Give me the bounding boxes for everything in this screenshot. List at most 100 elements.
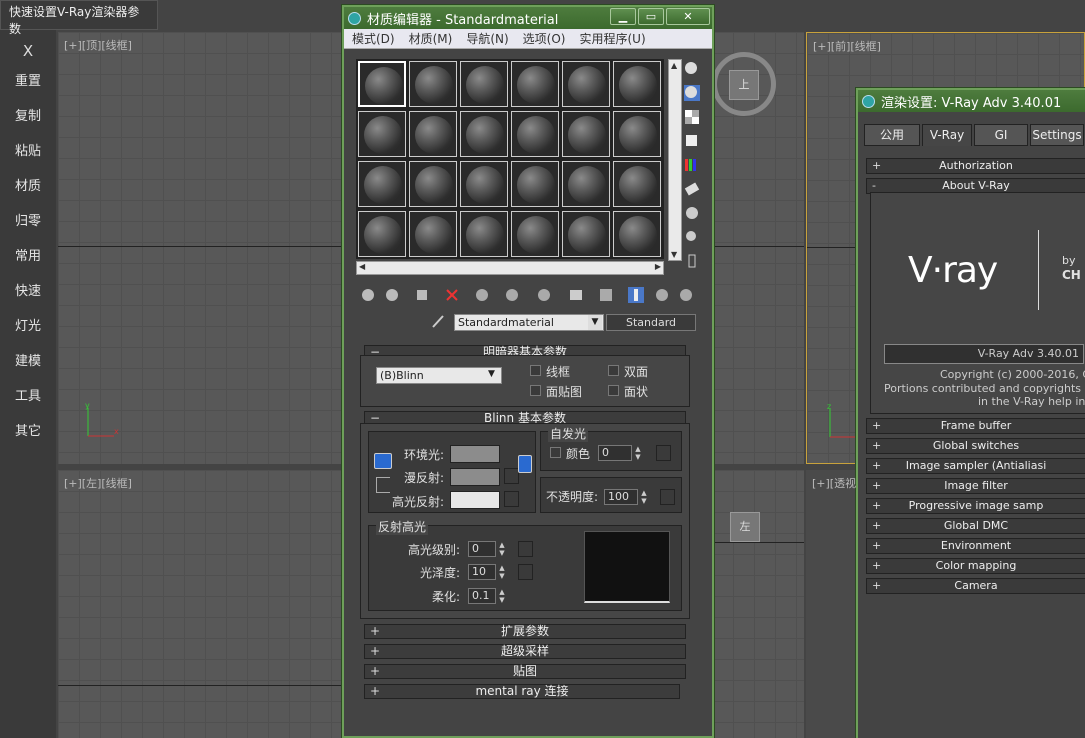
options-icon[interactable] xyxy=(684,205,700,221)
sidebar-item-material[interactable]: 材质 xyxy=(0,169,56,204)
self-illum-value[interactable]: 0 xyxy=(598,445,632,461)
spinner-arrows-icon[interactable]: ▲ ▼ xyxy=(497,564,507,580)
sample-slot[interactable] xyxy=(562,111,610,157)
sample-slot[interactable] xyxy=(511,211,559,257)
sidebar-item-other[interactable]: 其它 xyxy=(0,414,56,449)
rollout-frame-buffer[interactable]: + Frame buffer xyxy=(866,418,1085,434)
ambient-color-swatch[interactable] xyxy=(450,445,500,463)
go-forward-sibling-icon[interactable] xyxy=(654,287,670,303)
viewport-bottom-right-area[interactable]: 左 xyxy=(712,470,804,738)
soften-value[interactable]: 0.1 xyxy=(468,588,496,604)
sample-slot[interactable] xyxy=(460,61,508,107)
specular-color-swatch[interactable] xyxy=(450,491,500,509)
maximize-button[interactable]: ▭ xyxy=(638,8,664,25)
viewport-front-label[interactable]: [+][前][线框] xyxy=(813,38,881,54)
shader-type-dropdown[interactable]: (B)Blinn xyxy=(376,367,502,384)
wire-checkbox[interactable] xyxy=(530,365,541,376)
sample-slot[interactable] xyxy=(613,61,661,107)
diffuse-map-button[interactable] xyxy=(504,468,519,484)
sample-slot[interactable] xyxy=(460,161,508,207)
scroll-right-icon[interactable]: ▶ xyxy=(655,262,661,271)
sidebar-item-lights[interactable]: 灯光 xyxy=(0,309,56,344)
sample-slot[interactable] xyxy=(511,61,559,107)
sample-slot[interactable] xyxy=(613,111,661,157)
lock-ambient-diffuse-icon[interactable] xyxy=(374,453,392,469)
glossiness-map-button[interactable] xyxy=(518,564,533,580)
viewport-left-label[interactable]: [+][左][线框] xyxy=(64,475,132,491)
opacity-value[interactable]: 100 xyxy=(604,489,638,505)
render-setup-titlebar[interactable]: 渲染设置: V-Ray Adv 3.40.01 xyxy=(858,90,1085,112)
rollout-progressive-sampler[interactable]: + Progressive image samp xyxy=(866,498,1085,514)
sample-slot[interactable] xyxy=(511,161,559,207)
minimize-button[interactable]: ▁ xyxy=(610,8,636,25)
lock-map-icon[interactable] xyxy=(518,455,532,473)
pick-material-icon[interactable] xyxy=(678,287,694,303)
sample-slot[interactable] xyxy=(358,161,406,207)
close-button[interactable]: ✕ xyxy=(666,8,710,25)
tab-common[interactable]: 公用 xyxy=(864,124,920,146)
diffuse-color-swatch[interactable] xyxy=(450,468,500,486)
sample-slot[interactable] xyxy=(613,211,661,257)
slots-vertical-scrollbar[interactable]: ▲ ▼ xyxy=(668,59,682,261)
sidebar-item-modeling[interactable]: 建模 xyxy=(0,344,56,379)
make-preview-icon[interactable] xyxy=(684,181,700,197)
viewport-left[interactable]: [+][左][线框] xyxy=(58,470,343,738)
opacity-map-button[interactable] xyxy=(660,489,675,505)
spinner-arrows-icon[interactable]: ▲ ▼ xyxy=(639,489,649,505)
go-to-parent-icon[interactable] xyxy=(628,287,644,303)
put-material-icon[interactable] xyxy=(384,287,400,303)
viewport-top-label[interactable]: [+][顶][线框] xyxy=(64,37,132,53)
sidebar-item-common[interactable]: 常用 xyxy=(0,239,56,274)
assign-material-icon[interactable] xyxy=(414,287,430,303)
rollout-environment[interactable]: + Environment xyxy=(866,538,1085,554)
rollout-image-sampler[interactable]: + Image sampler (Antialiasi xyxy=(866,458,1085,474)
sample-slot[interactable] xyxy=(562,211,610,257)
tab-vray[interactable]: V-Ray xyxy=(922,124,972,146)
sample-slot[interactable] xyxy=(511,111,559,157)
show-end-result-icon[interactable] xyxy=(598,287,614,303)
material-navigator-icon[interactable] xyxy=(684,253,700,269)
close-icon[interactable]: X xyxy=(0,42,56,64)
sample-slot[interactable] xyxy=(409,111,457,157)
material-id-icon[interactable] xyxy=(536,287,552,303)
background-icon[interactable] xyxy=(684,109,700,125)
rollout-image-filter[interactable]: + Image filter xyxy=(866,478,1085,494)
specular-map-button[interactable] xyxy=(504,491,519,507)
self-illum-map-button[interactable] xyxy=(656,445,671,461)
chevron-down-icon[interactable]: ▼ xyxy=(588,315,602,330)
material-editor-titlebar[interactable]: 材质编辑器 - Standardmaterial ▁ ▭ ✕ xyxy=(344,7,712,29)
reset-map-icon[interactable] xyxy=(444,287,460,303)
scroll-up-icon[interactable]: ▲ xyxy=(671,61,677,70)
rollout-global-switches[interactable]: + Global switches xyxy=(866,438,1085,454)
rollout-extended-params[interactable]: + 扩展参数 xyxy=(364,624,686,639)
sidebar-item-paste[interactable]: 粘贴 xyxy=(0,134,56,169)
menu-options[interactable]: 选项(O) xyxy=(523,30,566,47)
self-illum-color-checkbox[interactable] xyxy=(550,447,561,458)
viewcube-left-icon[interactable]: 左 xyxy=(730,512,760,542)
viewport-persp-label[interactable]: [+][透视 xyxy=(812,475,856,491)
menu-mode[interactable]: 模式(D) xyxy=(352,30,395,47)
show-in-viewport-icon[interactable] xyxy=(568,287,584,303)
faceted-checkbox[interactable] xyxy=(608,385,619,396)
material-name-field[interactable]: Standardmaterial xyxy=(454,314,604,331)
sample-slot[interactable] xyxy=(562,161,610,207)
menu-utilities[interactable]: 实用程序(U) xyxy=(579,30,645,47)
spec-level-map-button[interactable] xyxy=(518,541,533,557)
sample-slot[interactable] xyxy=(409,211,457,257)
tab-settings[interactable]: Settings xyxy=(1030,124,1084,146)
tab-gi[interactable]: GI xyxy=(974,124,1028,146)
rollout-supersampling[interactable]: + 超级采样 xyxy=(364,644,686,659)
menu-material[interactable]: 材质(M) xyxy=(409,30,453,47)
sidebar-item-zero[interactable]: 归零 xyxy=(0,204,56,239)
spinner-arrows-icon[interactable]: ▲ ▼ xyxy=(633,445,643,461)
scroll-down-icon[interactable]: ▼ xyxy=(671,250,677,259)
slots-horizontal-scrollbar[interactable]: ◀ ▶ xyxy=(356,261,664,275)
menu-navigation[interactable]: 导航(N) xyxy=(466,30,508,47)
rollout-color-mapping[interactable]: + Color mapping xyxy=(866,558,1085,574)
rollout-maps[interactable]: + 贴图 xyxy=(364,664,686,679)
uv-tiling-icon[interactable] xyxy=(684,133,700,149)
sample-slot[interactable] xyxy=(460,211,508,257)
sample-slot[interactable] xyxy=(460,111,508,157)
put-to-library-icon[interactable] xyxy=(504,287,520,303)
sidebar-item-quick[interactable]: 快速 xyxy=(0,274,56,309)
